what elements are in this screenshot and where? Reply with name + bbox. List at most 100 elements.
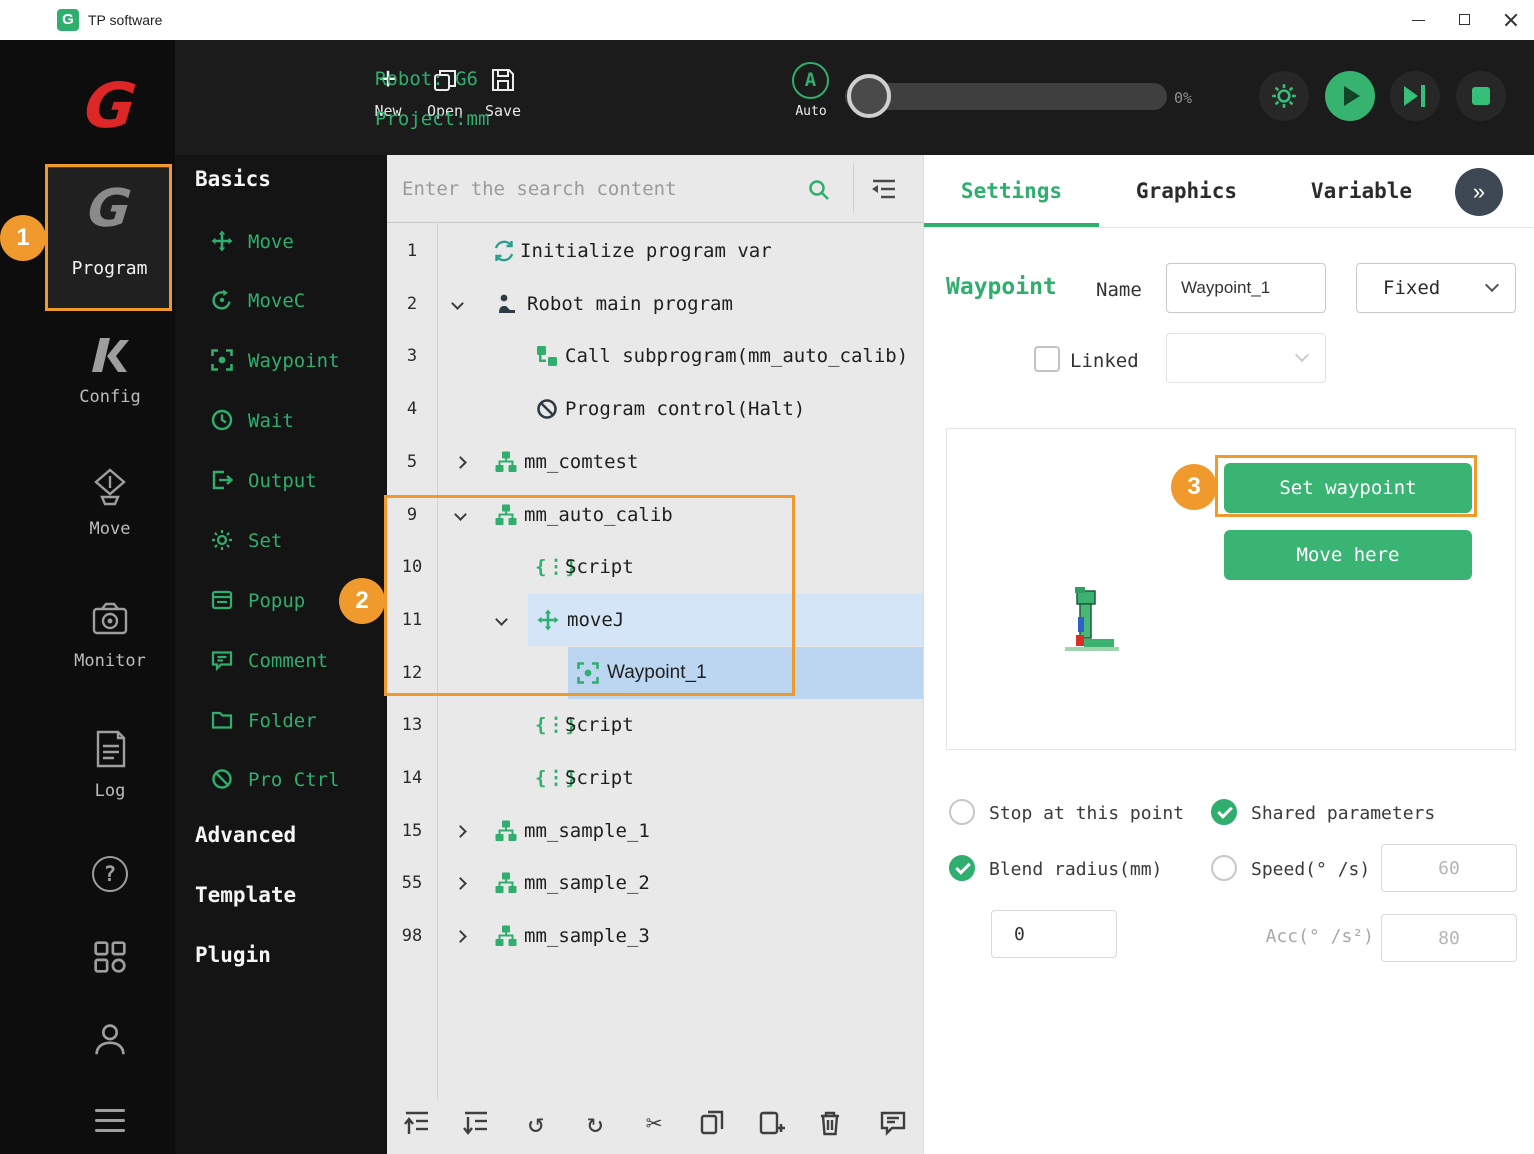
- copy-button[interactable]: [697, 1108, 729, 1140]
- acc-input[interactable]: [1381, 914, 1517, 962]
- speed-input[interactable]: [1381, 844, 1517, 892]
- linked-target-select[interactable]: [1166, 333, 1326, 383]
- tab-settings[interactable]: Settings: [924, 155, 1099, 227]
- play-icon: [1344, 86, 1360, 106]
- apps-button[interactable]: [45, 936, 175, 982]
- tree-row[interactable]: 5 mm_comtest: [387, 436, 923, 488]
- user-icon: [89, 1045, 131, 1064]
- tree-row[interactable]: 98 mm_sample_3: [387, 910, 923, 962]
- search-input[interactable]: [402, 165, 802, 213]
- insert-before-button[interactable]: [402, 1108, 434, 1140]
- panel-tabs: Settings Graphics Variable: [924, 155, 1534, 228]
- output-icon: [210, 468, 236, 494]
- menu-button[interactable]: [45, 1102, 175, 1139]
- chevron-down-icon[interactable]: [454, 508, 467, 521]
- undo-button[interactable]: ↺: [520, 1108, 552, 1140]
- halt-icon: [535, 397, 559, 421]
- paste-button[interactable]: [756, 1108, 788, 1140]
- close-button[interactable]: [1488, 0, 1534, 40]
- waypoint-title: Waypoint: [946, 274, 1057, 300]
- tree-row[interactable]: 2 Robot main program: [387, 278, 923, 330]
- comment-button[interactable]: [878, 1108, 910, 1140]
- blend-radius-input[interactable]: [991, 910, 1117, 958]
- collapse-all-button[interactable]: [869, 174, 899, 204]
- insert-after-button[interactable]: [461, 1108, 493, 1140]
- tree-row[interactable]: 55 mm_sample_2: [387, 857, 923, 909]
- tab-variable[interactable]: Variable: [1274, 155, 1449, 227]
- cut-icon: ✂: [638, 1108, 670, 1140]
- sidebar-item-config[interactable]: Config: [45, 333, 175, 407]
- init-var-icon: [492, 239, 516, 263]
- tree-row[interactable]: 15 mm_sample_1: [387, 805, 923, 857]
- waypoint-name-input[interactable]: [1166, 263, 1326, 313]
- project-label: Project:mm: [375, 108, 489, 130]
- save-icon: [482, 60, 524, 100]
- progress-slider[interactable]: [845, 83, 1167, 110]
- sidebar-item-monitor[interactable]: Monitor: [45, 597, 175, 671]
- cut-button[interactable]: ✂: [638, 1108, 670, 1140]
- auto-label: Auto: [787, 104, 835, 119]
- set-gear-icon: [210, 528, 236, 554]
- tree-row[interactable]: 10 {⋮} Script: [387, 541, 923, 593]
- user-button[interactable]: [45, 1018, 175, 1064]
- minimize-button[interactable]: [1396, 0, 1442, 40]
- tree-row[interactable]: 1 Initialize program var: [387, 225, 923, 277]
- waypoint-icon: [576, 661, 600, 685]
- expand-tabs-button[interactable]: »: [1455, 168, 1503, 216]
- tree-row[interactable]: 9 mm_auto_calib: [387, 489, 923, 541]
- chevron-right-icon[interactable]: [454, 456, 467, 469]
- maximize-button[interactable]: [1442, 0, 1488, 40]
- call-subprogram-icon: [535, 344, 559, 368]
- stop-button[interactable]: [1456, 71, 1506, 121]
- move-nav-icon: [88, 494, 132, 513]
- config-icon: [88, 362, 132, 381]
- delete-button[interactable]: [815, 1108, 847, 1140]
- play-button[interactable]: [1325, 71, 1375, 121]
- line-number: 5: [387, 436, 437, 488]
- search-icon[interactable]: [807, 178, 831, 202]
- app-logo-icon: G: [57, 9, 79, 31]
- sidebar-item-label: Log: [45, 781, 175, 801]
- help-button[interactable]: ?: [45, 856, 175, 892]
- shared-params-radio[interactable]: [1211, 799, 1237, 825]
- sidebar-item-move[interactable]: Move: [45, 465, 175, 539]
- help-icon: ?: [92, 856, 128, 892]
- set-waypoint-button[interactable]: Set waypoint: [1224, 463, 1472, 513]
- redo-button[interactable]: ↻: [579, 1108, 611, 1140]
- tree-row[interactable]: 11 moveJ: [387, 594, 923, 646]
- linked-checkbox[interactable]: [1034, 346, 1060, 372]
- chevron-down-icon[interactable]: [451, 297, 464, 310]
- tree-row-selected[interactable]: 12 Waypoint_1: [387, 647, 923, 699]
- chevron-right-icon[interactable]: [454, 825, 467, 838]
- acc-label: Acc(° /s²): [1224, 926, 1374, 947]
- chevron-down-icon[interactable]: [495, 613, 508, 626]
- tree-row[interactable]: 3 Call subprogram(mm_auto_calib): [387, 330, 923, 382]
- step-button[interactable]: [1390, 71, 1440, 121]
- chevron-right-icon[interactable]: [454, 877, 467, 890]
- move-here-button[interactable]: Move here: [1224, 530, 1472, 580]
- brand-logo: G: [45, 68, 175, 144]
- slider-handle[interactable]: [847, 74, 891, 118]
- tree-row[interactable]: 4 Program control(Halt): [387, 383, 923, 435]
- stop-at-point-label: Stop at this point: [989, 803, 1184, 824]
- chevron-right-icon[interactable]: [454, 930, 467, 943]
- settings-gear-button[interactable]: [1259, 71, 1309, 121]
- line-number: 11: [387, 594, 437, 646]
- line-number: 12: [387, 647, 437, 699]
- sidebar-item-log[interactable]: Log: [45, 727, 175, 801]
- line-number: 9: [387, 489, 437, 541]
- waypoint-type-select[interactable]: Fixed: [1356, 263, 1516, 313]
- stop-at-point-radio[interactable]: [949, 799, 975, 825]
- tree-row[interactable]: 14 {⋮} Script: [387, 752, 923, 804]
- template-header: Template: [195, 883, 296, 907]
- tab-graphics[interactable]: Graphics: [1099, 155, 1274, 227]
- auto-mode-button[interactable]: A: [792, 62, 829, 99]
- tree-row[interactable]: 13 {⋮} Script: [387, 699, 923, 751]
- sidebar-item-program[interactable]: G Program: [47, 167, 172, 310]
- advanced-header: Advanced: [195, 823, 296, 847]
- program-group-icon: [494, 503, 518, 527]
- linked-label: Linked: [1070, 350, 1139, 372]
- speed-radio[interactable]: [1211, 855, 1237, 881]
- blend-radius-radio[interactable]: [949, 855, 975, 881]
- annotation-step-1-badge: 1: [0, 215, 46, 261]
